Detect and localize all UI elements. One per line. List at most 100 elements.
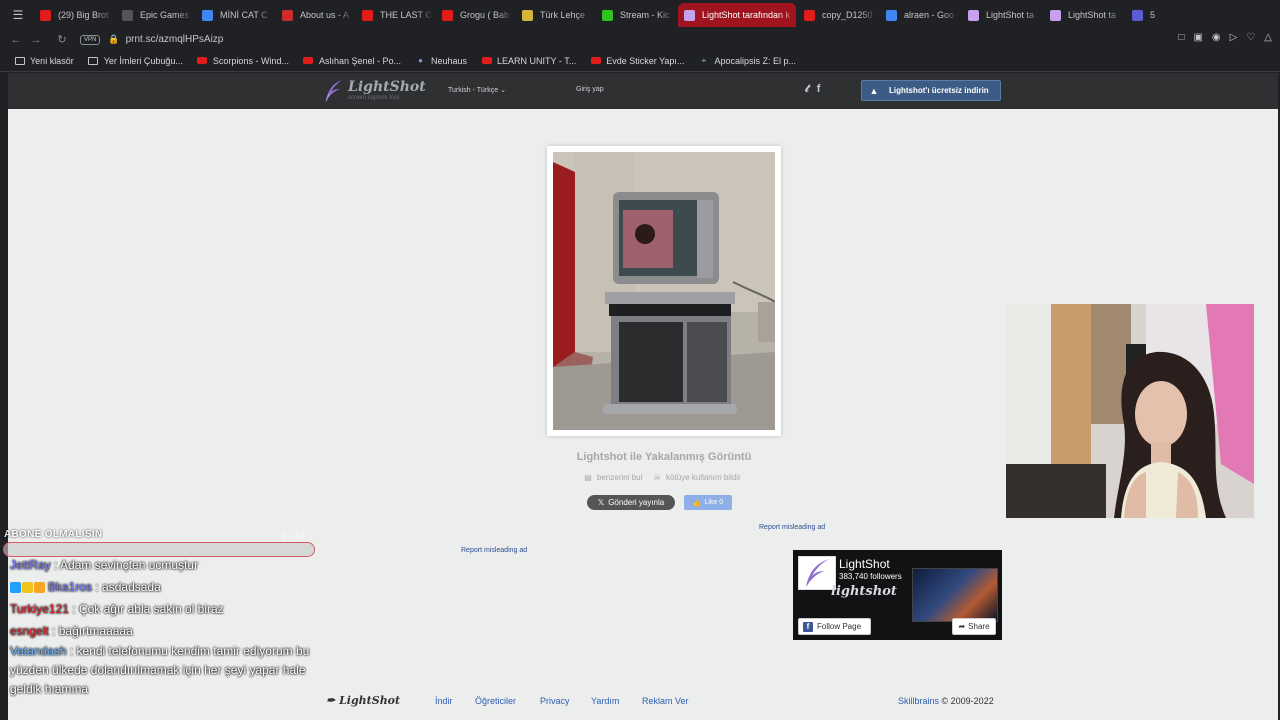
youtube-icon [303, 56, 314, 65]
facebook-page-name[interactable]: LightShot [839, 557, 890, 571]
bookmark-item[interactable]: Yeni klasör [14, 56, 74, 66]
logo-name: LightShot [348, 79, 426, 95]
footer-link-advertise[interactable]: Reklam Ver [642, 696, 689, 706]
browser-tab[interactable]: Epic Games [116, 3, 194, 27]
chat-username: Vatandash [10, 644, 67, 658]
back-icon[interactable]: ← [6, 34, 26, 46]
report-abuse-label: kötüye kullanım bildir [666, 473, 741, 482]
site-header: LightShot screen capture tool Turkish - … [8, 73, 1278, 109]
kick-icon [602, 9, 613, 21]
share-icon: ➦ [958, 622, 966, 631]
profile-icon[interactable]: △ [1264, 32, 1272, 43]
neuhaus-icon: ● [418, 56, 423, 65]
chat-username: Turkiye121 [10, 602, 69, 616]
url-field[interactable]: prnt.sc/azmqlHPsAizp [126, 34, 224, 45]
bookmark-item[interactable]: Scorpions - Wind... [197, 56, 289, 66]
bookmark-label: Yer İmleri Çubuğu... [103, 55, 183, 66]
bookmark-item[interactable]: ● Neuhaus [415, 56, 467, 66]
skillbrains-link[interactable]: Skillbrains [898, 696, 939, 706]
follow-page-button[interactable]: f Follow Page [798, 618, 871, 635]
browser-tab[interactable]: LightShot ta [962, 3, 1042, 27]
facebook-icon[interactable]: f [817, 83, 821, 96]
feather-icon [325, 80, 342, 102]
find-similar-label: benzerini bul [597, 473, 643, 482]
reload-icon[interactable]: ↻ [52, 33, 72, 46]
find-similar-link[interactable]: ▤ benzerini bul [584, 473, 645, 482]
language-select[interactable]: Turkish - Türkçe ⌄ [448, 86, 506, 94]
report-ad-link-left[interactable]: Report misleading ad [461, 547, 527, 554]
bookmark-item[interactable]: Aslıhan Şenel - Po... [303, 56, 401, 66]
bookmarks-bar: Yeni klasör Yer İmleri Çubuğu... Scorpions… [0, 50, 1280, 72]
bookmark-label: Scorpions - Wind... [212, 55, 289, 66]
report-ad-link-right[interactable]: Report misleading ad [759, 524, 825, 531]
browser-tab[interactable]: MİNİ CAT C [196, 3, 274, 27]
facebook-wordmark: lightshot [831, 584, 897, 599]
chat-text: bağırtmaaaaa [58, 624, 133, 638]
adblock-icon[interactable]: ◉ [1212, 32, 1221, 43]
bookmark-label: LEARN UNITY - T... [497, 55, 577, 66]
lock-icon[interactable]: 🔒 [108, 34, 119, 45]
download-label: Lightshot'ı ücretsiz indirin [889, 86, 989, 95]
browser-tab[interactable]: LightShot tarafından k [678, 3, 796, 27]
chat-message: Turkiye121 : Çok ağır abla sakin ol bira… [10, 602, 224, 616]
h-icon [1132, 9, 1143, 21]
browser-tab[interactable]: Grogu ( Bab [436, 3, 514, 27]
footer-logo[interactable]: ✒ LightShot [326, 694, 400, 707]
like-button-label: Like 0 [704, 499, 724, 506]
twitter-icon[interactable]: 𝓉 [805, 83, 809, 96]
browser-tab[interactable]: (29) Big Brot [34, 3, 114, 27]
browser-tab[interactable]: 5 [1126, 3, 1186, 27]
thumbs-up-icon: 👍 [692, 499, 702, 507]
footer-link-privacy[interactable]: Privacy [540, 696, 570, 706]
lightshot-icon [968, 9, 979, 21]
post-button[interactable]: 𝕏 Gönderi yayınla [587, 495, 675, 510]
language-label: Turkish - Türkçe [448, 87, 499, 94]
chat-message-list: JettRay : Adam sevinçten ucmuştur Bka1ros… [10, 554, 310, 699]
send-icon[interactable]: ▷ [1230, 32, 1238, 43]
chat-message: JettRay : Adam sevinçten ucmuştur [10, 558, 199, 572]
footer-link-help[interactable]: Yardım [591, 696, 619, 706]
browser-tab[interactable]: LightShot ta [1044, 3, 1124, 27]
facebook-page-widget[interactable]: LightShot 383,740 followers lightshot f … [793, 550, 1002, 640]
browser-tab[interactable]: copy_D1250 [798, 3, 878, 27]
bookmark-item[interactable]: Evde Sticker Yapı... [590, 56, 684, 66]
bookmark-item[interactable]: ⌖ Apocalipsis Z: El p... [698, 56, 796, 66]
share-button[interactable]: ➦ Share [952, 618, 996, 635]
bookmark-item[interactable]: Yer İmleri Çubuğu... [88, 56, 183, 66]
bookmark-item[interactable]: LEARN UNITY - T... [481, 56, 576, 66]
google-icon [886, 9, 897, 21]
chat-text: Çok ağır abla sakin ol biraz [78, 602, 224, 616]
chat-text: Adam sevinçten ucmuştur [60, 558, 199, 572]
browser-tab[interactable]: Stream - Kic [596, 3, 676, 27]
chat-username: JettRay [10, 558, 51, 572]
browser-tab[interactable]: About us - A [276, 3, 354, 27]
bookmark-icon[interactable]: □ [1178, 32, 1184, 43]
tab-label: LightShot tarafından k [702, 10, 791, 20]
heart-icon[interactable]: ♡ [1246, 32, 1255, 43]
chat-username: esngelt [10, 624, 49, 638]
apocalipsis-icon: ⌖ [701, 55, 707, 65]
bookmark-label: Yeni klasör [30, 55, 74, 66]
browser-tab[interactable]: alraen - Goo [880, 3, 960, 27]
footer-link-tutorials[interactable]: Öğreticiler [475, 696, 516, 706]
download-button[interactable]: ▲ Lightshot'ı ücretsiz indirin [861, 80, 1001, 101]
screenshot-icon[interactable]: ▣ [1193, 32, 1202, 43]
chat-message: Vatandash : kendi telefonumu kendim tami… [10, 644, 310, 696]
vpn-badge[interactable]: VPN [80, 34, 101, 45]
screenshot-actions: ▤ benzerini bul ☠ kötüye kullanım bildir [547, 473, 781, 482]
like-button[interactable]: 👍 Like 0 [684, 495, 732, 510]
lightshot-icon [684, 9, 695, 21]
screenshot-image[interactable] [553, 152, 775, 430]
download-icon: ▲ [869, 85, 879, 96]
forward-icon[interactable]: → [26, 34, 46, 46]
tab-bar: ☰ (29) Big Brot Epic Games MİNİ CAT C About… [0, 0, 1280, 30]
site-logo[interactable]: LightShot screen capture tool [324, 79, 426, 103]
browser-tab[interactable]: Türk Lehçe [516, 3, 594, 27]
login-link[interactable]: Giriş yap [576, 86, 604, 93]
browser-tab[interactable]: THE LAST C [356, 3, 434, 27]
tab-search-icon[interactable]: ☰ [6, 4, 30, 26]
facebook-followers: 383,740 followers [839, 572, 902, 581]
stream-chat-overlay: ABONE OLMALISIN 0 / 10 JettRay : Adam se… [0, 524, 324, 720]
report-abuse-link[interactable]: ☠ kötüye kullanım bildir [654, 473, 744, 482]
footer-link-download[interactable]: İndir [435, 696, 453, 706]
